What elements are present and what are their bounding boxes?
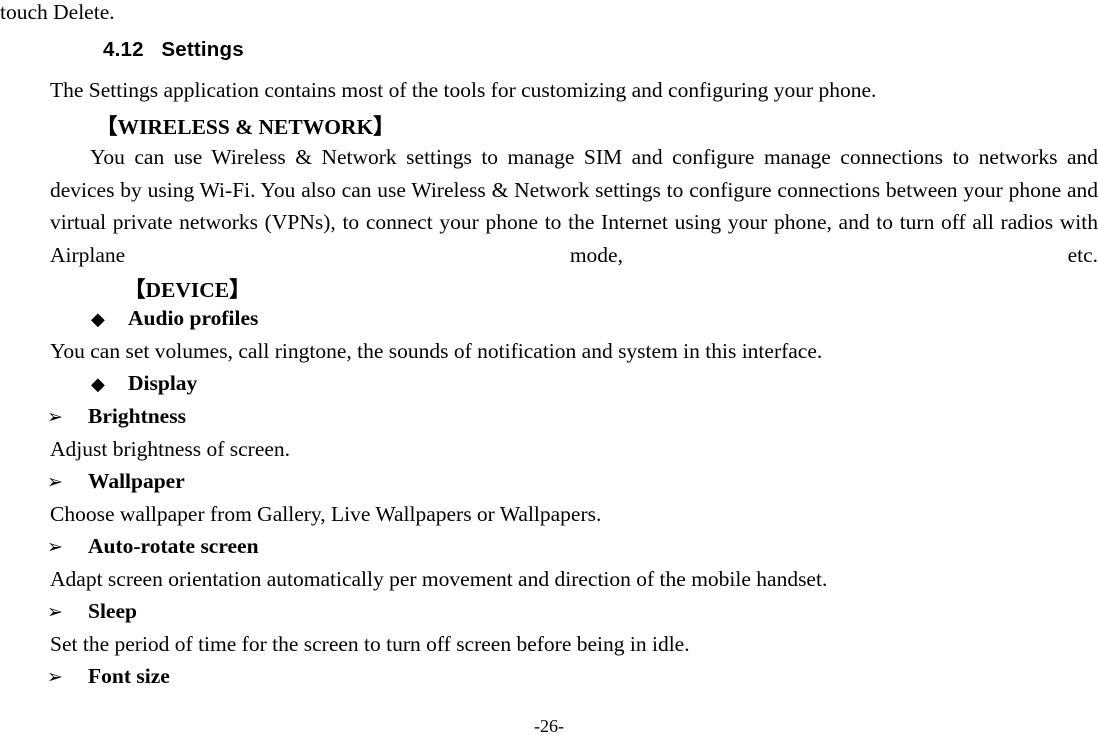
bullet-label: Sleep	[88, 599, 137, 623]
bullet-description-brightness: Adjust brightness of screen.	[50, 437, 291, 461]
bullet-item-auto-rotate-screen: ➢ Auto-rotate screen	[47, 534, 259, 559]
bullet-item-sleep: ➢ Sleep	[47, 599, 137, 624]
bullet-item-wallpaper: ➢ Wallpaper	[47, 469, 185, 494]
bullet-item-brightness: ➢ Brightness	[47, 404, 186, 429]
page-number: -26-	[534, 716, 564, 735]
intro-paragraph: The Settings application contains most o…	[50, 78, 877, 102]
diamond-bullet-icon: ◆	[91, 374, 105, 394]
bullet-description-sleep: Set the period of time for the screen to…	[50, 632, 690, 656]
bullet-item-audio-profiles: ◆ Audio profiles	[91, 306, 258, 331]
arrow-bullet-icon: ➢	[47, 667, 63, 688]
arrow-bullet-icon: ➢	[47, 407, 63, 428]
manual-page: touch Delete. 4.12 Settings The Settings…	[0, 0, 1098, 735]
bracket-heading-device: 【DEVICE】	[124, 278, 251, 302]
arrow-bullet-icon: ➢	[47, 537, 63, 558]
section-heading: 4.12 Settings	[103, 38, 244, 61]
arrow-bullet-icon: ➢	[47, 472, 63, 493]
bullet-label: Display	[128, 371, 198, 395]
bullet-label: Auto-rotate screen	[88, 534, 259, 558]
arrow-bullet-icon: ➢	[47, 602, 63, 623]
bullet-label: Brightness	[88, 404, 186, 428]
bullet-label: Audio profiles	[128, 306, 259, 330]
bullet-description-wallpaper: Choose wallpaper from Gallery, Live Wall…	[50, 502, 602, 526]
bullet-item-display: ◆ Display	[91, 371, 197, 396]
bullet-item-font-size: ➢ Font size	[47, 664, 170, 689]
diamond-bullet-icon: ◆	[91, 309, 105, 329]
bullet-label: Font size	[88, 664, 170, 688]
bullet-label: Wallpaper	[88, 469, 185, 493]
bullet-description-auto-rotate-screen: Adapt screen orientation automatically p…	[50, 567, 828, 591]
bracket-heading-wireless-network: 【WIRELESS & NETWORK】	[96, 115, 395, 139]
continuation-text: touch Delete.	[0, 0, 115, 24]
bullet-description-audio-profiles: You can set volumes, call ringtone, the …	[50, 339, 823, 363]
